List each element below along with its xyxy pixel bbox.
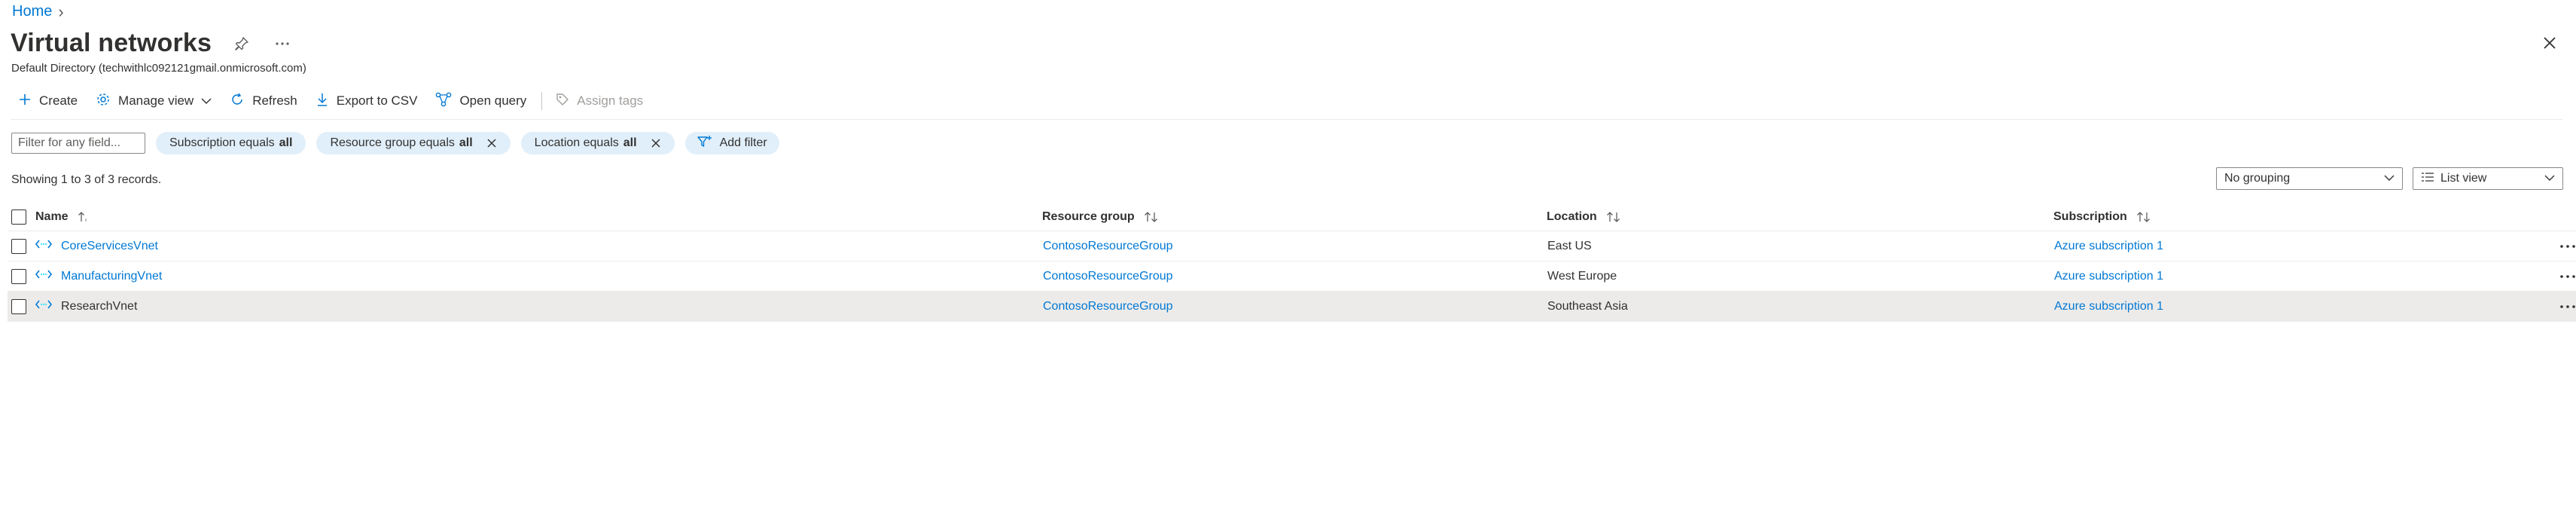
export-csv-label: Export to CSV: [336, 93, 418, 108]
list-view-icon: [2421, 172, 2434, 186]
column-subscription-label: Subscription: [2053, 210, 2127, 223]
manage-view-label: Manage view: [118, 93, 194, 108]
close-icon[interactable]: [486, 138, 497, 148]
column-resource-group-label: Resource group: [1042, 210, 1135, 223]
records-count: Showing 1 to 3 of 3 records.: [11, 173, 162, 186]
create-label: Create: [39, 93, 78, 108]
location-text: West Europe: [1547, 269, 1617, 283]
name-cell: ManufacturingVnet: [35, 261, 162, 291]
subscription-link[interactable]: Azure subscription 1: [2054, 300, 2163, 313]
vnet-name-link[interactable]: ResearchVnet: [61, 300, 137, 313]
close-icon[interactable]: [651, 138, 661, 148]
row-more-options-icon[interactable]: [2559, 261, 2576, 291]
location-filter-label: Location equals: [534, 136, 619, 149]
location-filter-value: all: [623, 136, 637, 149]
open-query-label: Open query: [459, 93, 527, 108]
table-row[interactable]: ManufacturingVnet ContosoResourceGroup W…: [8, 261, 2576, 292]
column-header-resource-group[interactable]: Resource group: [1042, 203, 1159, 231]
sort-icon: [2136, 211, 2151, 223]
grouping-selected: No grouping: [2224, 172, 2291, 185]
breadcrumb-separator: ›: [58, 2, 64, 21]
resource-group-filter-value: all: [459, 136, 473, 149]
location-text: Southeast Asia: [1547, 299, 1628, 313]
vnet-name-link[interactable]: CoreServicesVnet: [61, 240, 158, 253]
page-title: Virtual networks: [11, 29, 212, 57]
query-icon: [435, 92, 452, 111]
row-more-options-icon[interactable]: [2559, 292, 2576, 321]
refresh-icon: [230, 92, 245, 111]
assign-tags-button[interactable]: Assign tags: [551, 93, 657, 110]
refresh-label: Refresh: [252, 93, 297, 108]
filter-input[interactable]: [11, 133, 145, 154]
sort-ascending-icon: [78, 211, 88, 223]
download-icon: [316, 92, 329, 111]
subscription-link[interactable]: Azure subscription 1: [2054, 270, 2163, 283]
refresh-button[interactable]: Refresh: [225, 92, 311, 111]
subscription-filter-pill[interactable]: Subscription equals all: [156, 132, 306, 154]
name-cell: CoreServicesVnet: [35, 231, 158, 261]
add-filter-button[interactable]: Add filter: [684, 132, 779, 154]
open-query-button[interactable]: Open query: [431, 92, 540, 111]
location-filter-pill[interactable]: Location equals all: [520, 132, 675, 154]
subscription-link[interactable]: Azure subscription 1: [2054, 240, 2163, 253]
location-text: East US: [1547, 239, 1592, 252]
create-button[interactable]: Create: [14, 93, 91, 110]
row-more-options-icon[interactable]: [2559, 231, 2576, 261]
gear-icon: [96, 92, 111, 111]
resource-group-filter-pill[interactable]: Resource group equals all: [316, 132, 511, 154]
chevron-down-icon: [201, 93, 212, 109]
chevron-down-icon: [2384, 172, 2395, 185]
view-selected: List view: [2440, 172, 2487, 185]
manage-view-button[interactable]: Manage view: [91, 92, 225, 111]
resource-group-link[interactable]: ContosoResourceGroup: [1043, 270, 1173, 283]
table-header-row: Name Resource group Location Subscriptio…: [8, 203, 2576, 231]
close-icon[interactable]: [2538, 32, 2561, 54]
more-options-icon[interactable]: [272, 33, 293, 54]
title-row: Virtual networks: [11, 29, 293, 58]
column-name-label: Name: [35, 210, 69, 223]
breadcrumb: Home ›: [12, 3, 64, 20]
column-header-name[interactable]: Name: [35, 203, 88, 231]
breadcrumb-home-link[interactable]: Home: [12, 3, 52, 20]
vnet-name-link[interactable]: ManufacturingVnet: [61, 270, 162, 283]
export-csv-button[interactable]: Export to CSV: [311, 92, 431, 111]
column-location-label: Location: [1547, 210, 1597, 223]
virtual-network-icon: [35, 269, 53, 283]
assign-tags-label: Assign tags: [577, 93, 644, 108]
pin-icon[interactable]: [231, 33, 252, 54]
row-checkbox[interactable]: [11, 231, 26, 261]
resource-group-filter-label: Resource group equals: [330, 136, 455, 149]
resources-table: Name Resource group Location Subscriptio…: [8, 203, 2576, 322]
virtual-network-icon: [35, 299, 53, 313]
resource-group-link[interactable]: ContosoResourceGroup: [1043, 240, 1173, 253]
column-header-location[interactable]: Location: [1547, 203, 1621, 231]
tag-icon: [556, 93, 569, 110]
page-subtitle: Default Directory (techwithlc092121gmail…: [11, 62, 306, 75]
plus-icon: [18, 93, 32, 110]
command-bar: Create Manage view Refresh Export to CSV…: [14, 89, 657, 113]
table-row[interactable]: CoreServicesVnet ContosoResourceGroup Ea…: [8, 231, 2576, 261]
toolbar-divider: [541, 92, 543, 110]
add-filter-label: Add filter: [719, 136, 767, 149]
select-all-checkbox[interactable]: [11, 203, 26, 231]
virtual-network-icon: [35, 239, 53, 253]
name-cell: ResearchVnet: [35, 292, 137, 321]
view-dropdown[interactable]: List view: [2413, 167, 2563, 190]
chevron-down-icon: [2544, 172, 2555, 185]
row-checkbox[interactable]: [11, 261, 26, 291]
sort-icon: [1144, 211, 1159, 223]
add-filter-icon: [697, 135, 712, 152]
filter-bar: Subscription equals all Resource group e…: [11, 132, 779, 154]
table-row[interactable]: ResearchVnet ContosoResourceGroup Southe…: [8, 292, 2576, 322]
subscription-filter-label: Subscription equals: [169, 136, 275, 149]
grouping-dropdown[interactable]: No grouping: [2216, 167, 2403, 190]
resource-group-link[interactable]: ContosoResourceGroup: [1043, 300, 1173, 313]
row-checkbox[interactable]: [11, 292, 26, 321]
toolbar-divider-line: [11, 119, 2562, 120]
subscription-filter-value: all: [279, 136, 293, 149]
sort-icon: [1606, 211, 1621, 223]
column-header-subscription[interactable]: Subscription: [2053, 203, 2151, 231]
